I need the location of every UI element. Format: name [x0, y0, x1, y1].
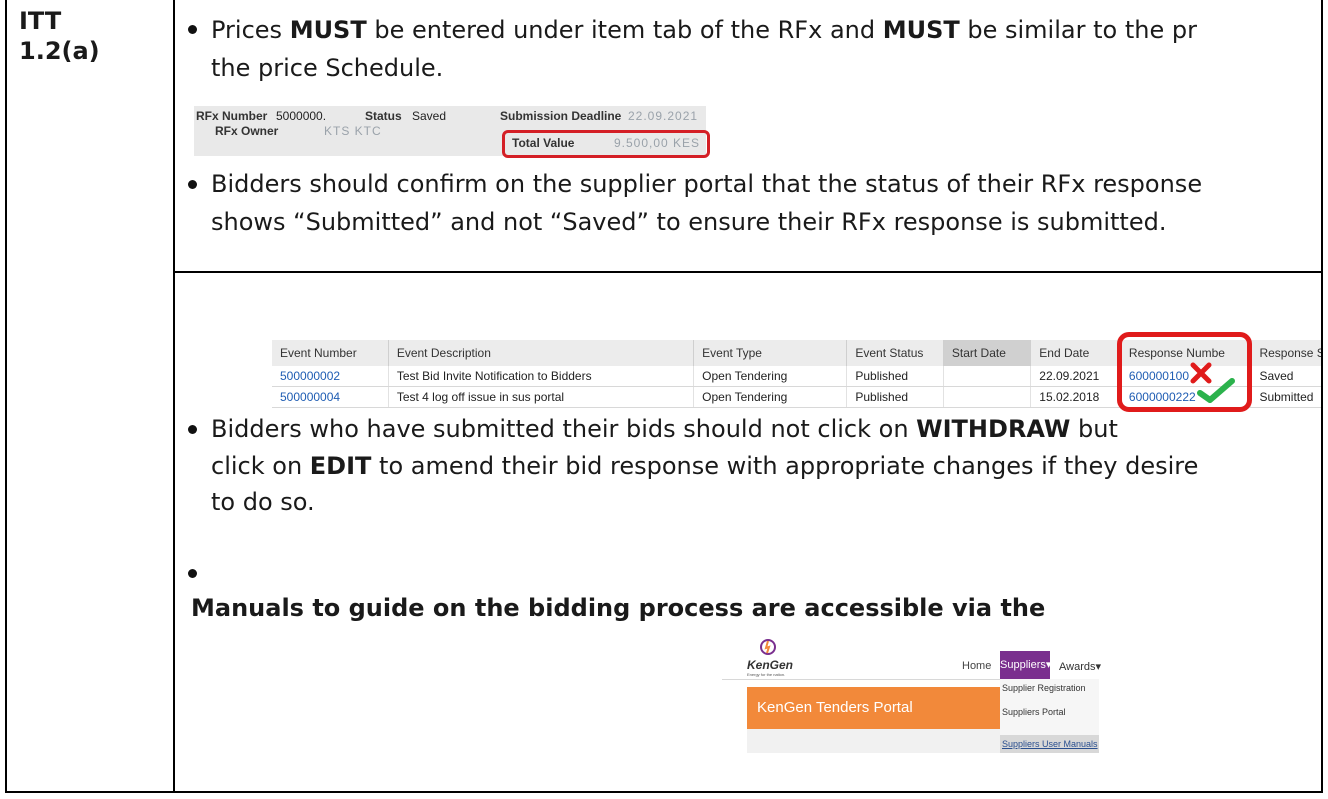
response-status: Submitted — [1250, 386, 1321, 408]
nav-suppliers-menu[interactable]: Suppliers▾ — [1000, 651, 1051, 679]
col-end-date: End Date — [1030, 340, 1121, 366]
kengen-logo-text: KenGen — [747, 658, 794, 672]
itt-label-line2: 1.2(a) — [19, 37, 100, 65]
manuals-heading: Manuals to guide on the bidding process … — [191, 594, 1046, 622]
start-date — [943, 366, 1032, 387]
content-column: Prices MUST be entered under item tab of… — [177, 0, 1321, 791]
kengen-tagline: Energy for the nation. — [747, 672, 786, 677]
event-number-link[interactable]: 500000002 — [272, 366, 389, 387]
col-start-date: Start Date — [943, 340, 1032, 366]
label-column: ITT 1.2(a) — [7, 0, 175, 791]
menu-suppliers-portal[interactable]: Suppliers Portal — [1002, 707, 1066, 717]
bullet-dot — [188, 180, 197, 189]
event-description: Test Bid Invite Notification to Bidders — [388, 366, 695, 387]
status-label: Status — [365, 109, 402, 123]
withdraw-line3: to do so. — [211, 488, 315, 516]
nav-awards-menu[interactable]: Awards▾ — [1059, 660, 1101, 673]
response-status: Saved — [1250, 366, 1321, 387]
menu-suppliers-user-manuals[interactable]: Suppliers User Manuals — [1000, 735, 1099, 753]
event-status: Published — [846, 386, 944, 408]
suppliers-dropdown: Supplier Registration Suppliers Portal S… — [1000, 679, 1099, 753]
kengen-logo-icon — [760, 639, 776, 655]
portal-banner: KenGen Tenders Portal — [747, 687, 1000, 729]
event-description: Test 4 log off issue in sus portal — [388, 386, 695, 408]
itt-clause-label: ITT 1.2(a) — [19, 6, 100, 66]
withdraw-line1: Bidders who have submitted their bids sh… — [211, 415, 1118, 443]
deadline-value: 22.09.2021 — [628, 109, 699, 123]
prices-line2: the price Schedule. — [211, 54, 444, 82]
rfx-number-label: RFx Number — [196, 109, 268, 123]
rfx-number-value: 5000000. — [276, 109, 327, 123]
col-event-type: Event Type — [693, 340, 848, 366]
col-event-status: Event Status — [846, 340, 944, 366]
nav-home-link[interactable]: Home — [962, 660, 991, 672]
bullet-dot — [188, 569, 197, 578]
col-event-description: Event Description — [388, 340, 695, 366]
rfx-header-image: RFx Number 5000000. Status Saved Submiss… — [194, 106, 710, 158]
status-value: Saved — [412, 109, 447, 123]
start-date — [943, 386, 1032, 408]
bullet-dot — [188, 25, 197, 34]
event-type: Open Tendering — [693, 386, 848, 408]
itt-label-line1: ITT — [19, 7, 62, 35]
col-event-number: Event Number — [272, 340, 389, 366]
event-type: Open Tendering — [693, 366, 848, 387]
confirm-status-line1: Bidders should confirm on the supplier p… — [211, 170, 1203, 198]
event-status: Published — [846, 366, 944, 387]
withdraw-line2: click on EDIT to amend their bid respons… — [211, 452, 1199, 480]
event-number-link[interactable]: 500000004 — [272, 386, 389, 408]
end-date: 22.09.2021 — [1030, 366, 1121, 387]
deadline-label: Submission Deadline — [500, 109, 622, 123]
bullet-dot — [188, 425, 197, 434]
menu-supplier-registration[interactable]: Supplier Registration — [1002, 683, 1086, 693]
rfx-owner-value: KTS KTC — [324, 124, 382, 138]
document-table: ITT 1.2(a) Prices MUST be entered under … — [5, 0, 1323, 793]
prices-line1: Prices MUST be entered under item tab of… — [211, 16, 1197, 44]
rfx-owner-label: RFx Owner — [215, 124, 279, 138]
kengen-portal-image: KenGen Energy for the nation. Home Suppl… — [722, 636, 1101, 753]
col-response-status: Response Status — [1250, 340, 1321, 366]
banner-footer-strip — [747, 729, 1000, 753]
total-value-highlight — [502, 130, 710, 158]
check-icon — [1197, 378, 1235, 403]
end-date: 15.02.2018 — [1030, 386, 1121, 408]
confirm-status-line2: shows “Submitted” and not “Saved” to ens… — [211, 208, 1167, 236]
